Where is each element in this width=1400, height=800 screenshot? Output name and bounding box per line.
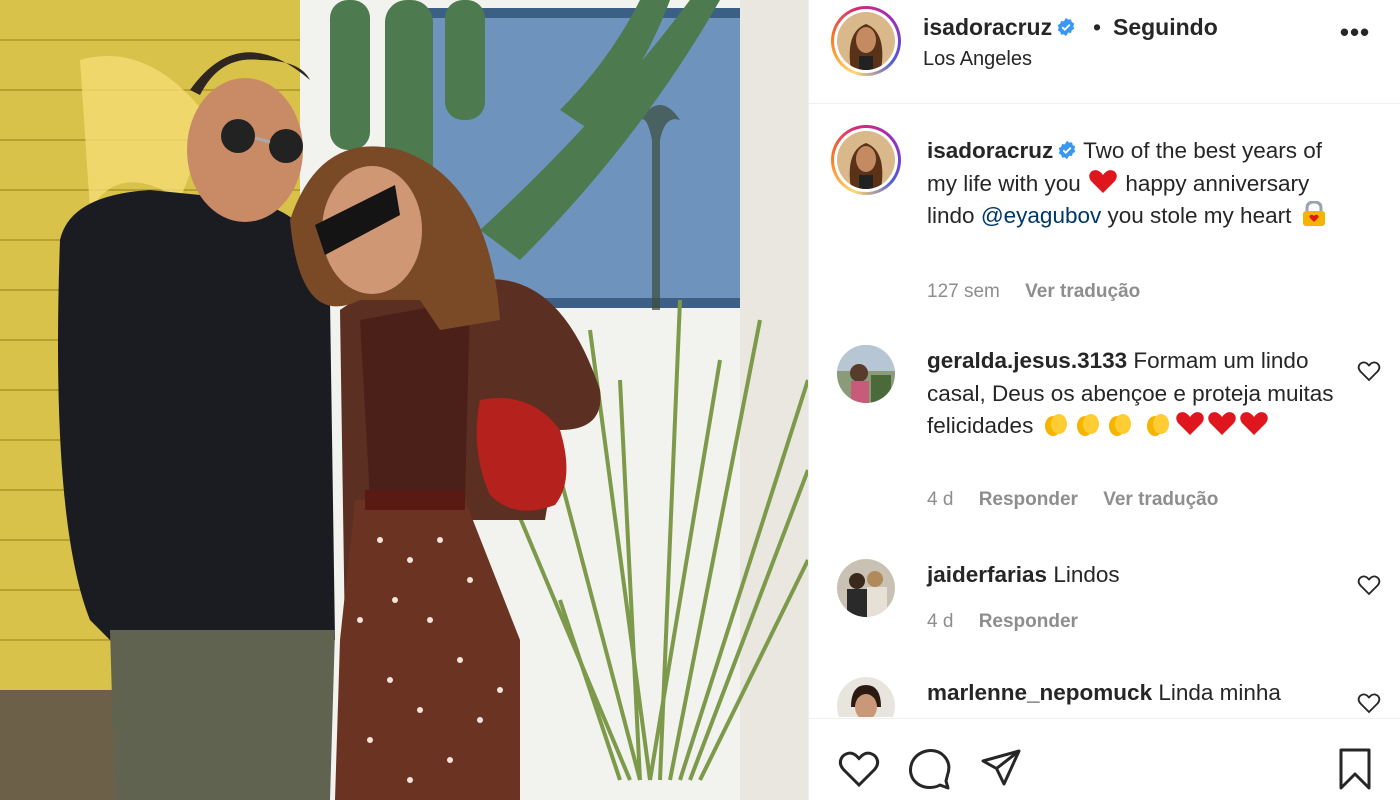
comment-translate-button[interactable]: Ver tradução <box>1103 489 1218 510</box>
comment-heart-icon[interactable] <box>1357 573 1381 597</box>
author-username-text[interactable]: isadoracruz <box>923 14 1052 40</box>
commenter-avatar-image <box>837 345 895 403</box>
comment-username[interactable]: jaiderfarias <box>927 562 1047 587</box>
caption-text: isadoracruz Two of the best years of my … <box>927 135 1337 233</box>
post-photo-image <box>0 0 808 800</box>
clapping-hands-emoji-icon <box>1044 414 1067 436</box>
comment-username[interactable]: marlenne_nepomuck <box>927 680 1152 705</box>
caption-author-avatar[interactable] <box>831 125 901 195</box>
comment-reply-button[interactable]: Responder <box>979 611 1078 632</box>
clapping-hands-emoji-icon <box>1146 414 1169 436</box>
caption-translate-button[interactable]: Ver tradução <box>1025 281 1140 302</box>
comment-heart-icon[interactable] <box>1357 359 1381 383</box>
caption-meta: 127 sem Ver tradução <box>927 281 1160 303</box>
comment-text: geralda.jesus.3133 Formam um lindo casal… <box>927 345 1337 443</box>
post-actions-bar <box>809 718 1400 800</box>
more-options-icon[interactable]: ••• <box>1335 19 1375 56</box>
caption-timestamp[interactable]: 127 sem <box>927 281 1000 302</box>
red-heart-emoji-icon <box>1208 412 1236 435</box>
comment-username[interactable]: geralda.jesus.3133 <box>927 348 1127 373</box>
commenter-avatar[interactable] <box>837 677 895 717</box>
bookmark-icon[interactable] <box>1333 747 1377 791</box>
verified-badge-icon <box>1059 140 1076 160</box>
comment-timestamp[interactable]: 4 d <box>927 611 953 632</box>
author-username[interactable]: isadoracruz <box>923 14 1076 41</box>
caption-avatar-image <box>837 131 895 189</box>
locked-heart-emoji-icon <box>1302 201 1325 226</box>
share-icon[interactable] <box>979 747 1023 791</box>
comment-text: jaiderfarias Lindos <box>927 559 1337 592</box>
red-heart-emoji-icon <box>1089 169 1117 193</box>
caption-text-part3: you stole my heart <box>1107 203 1292 228</box>
red-heart-emoji-icon <box>1176 412 1204 435</box>
commenter-avatar[interactable] <box>837 559 895 617</box>
post-photo[interactable] <box>0 0 808 800</box>
following-button[interactable]: Seguindo <box>1113 14 1218 41</box>
red-heart-emoji-icon <box>1240 412 1268 435</box>
comment-meta: 4 d Responder Ver tradução <box>927 489 1238 511</box>
commenter-avatar-image <box>837 677 895 717</box>
commenter-avatar-image <box>837 559 895 617</box>
comment-reply-button[interactable]: Responder <box>979 489 1078 510</box>
caption-username-text[interactable]: isadoracruz <box>927 138 1053 163</box>
comment-text: marlenne_nepomuck Linda minha <box>927 677 1337 710</box>
comment-icon[interactable] <box>908 747 952 791</box>
comment-meta: 4 d Responder <box>927 611 1098 633</box>
author-avatar-image <box>837 12 895 70</box>
post-location[interactable]: Los Angeles <box>923 48 1032 71</box>
caption-username[interactable]: isadoracruz <box>927 138 1077 163</box>
comment-timestamp[interactable]: 4 d <box>927 489 953 510</box>
comment-heart-icon[interactable] <box>1357 691 1381 715</box>
clapping-hands-emoji-icon <box>1108 414 1131 436</box>
comment-body: Linda minha <box>1158 680 1281 705</box>
post-details-panel: isadoracruz • Seguindo Los Angeles ••• i… <box>808 0 1400 800</box>
header-separator: • <box>1093 14 1102 40</box>
author-avatar[interactable] <box>831 6 901 76</box>
heart-icon[interactable] <box>837 747 881 791</box>
caption-mention-link[interactable]: @eyagubov <box>981 203 1101 228</box>
comment-body: Lindos <box>1053 562 1120 587</box>
clapping-hands-emoji-icon <box>1076 414 1099 436</box>
comments-list[interactable]: isadoracruz Two of the best years of my … <box>809 105 1400 717</box>
verified-badge-icon <box>1057 17 1075 37</box>
post-header: isadoracruz • Seguindo Los Angeles ••• <box>809 0 1400 104</box>
commenter-avatar[interactable] <box>837 345 895 403</box>
